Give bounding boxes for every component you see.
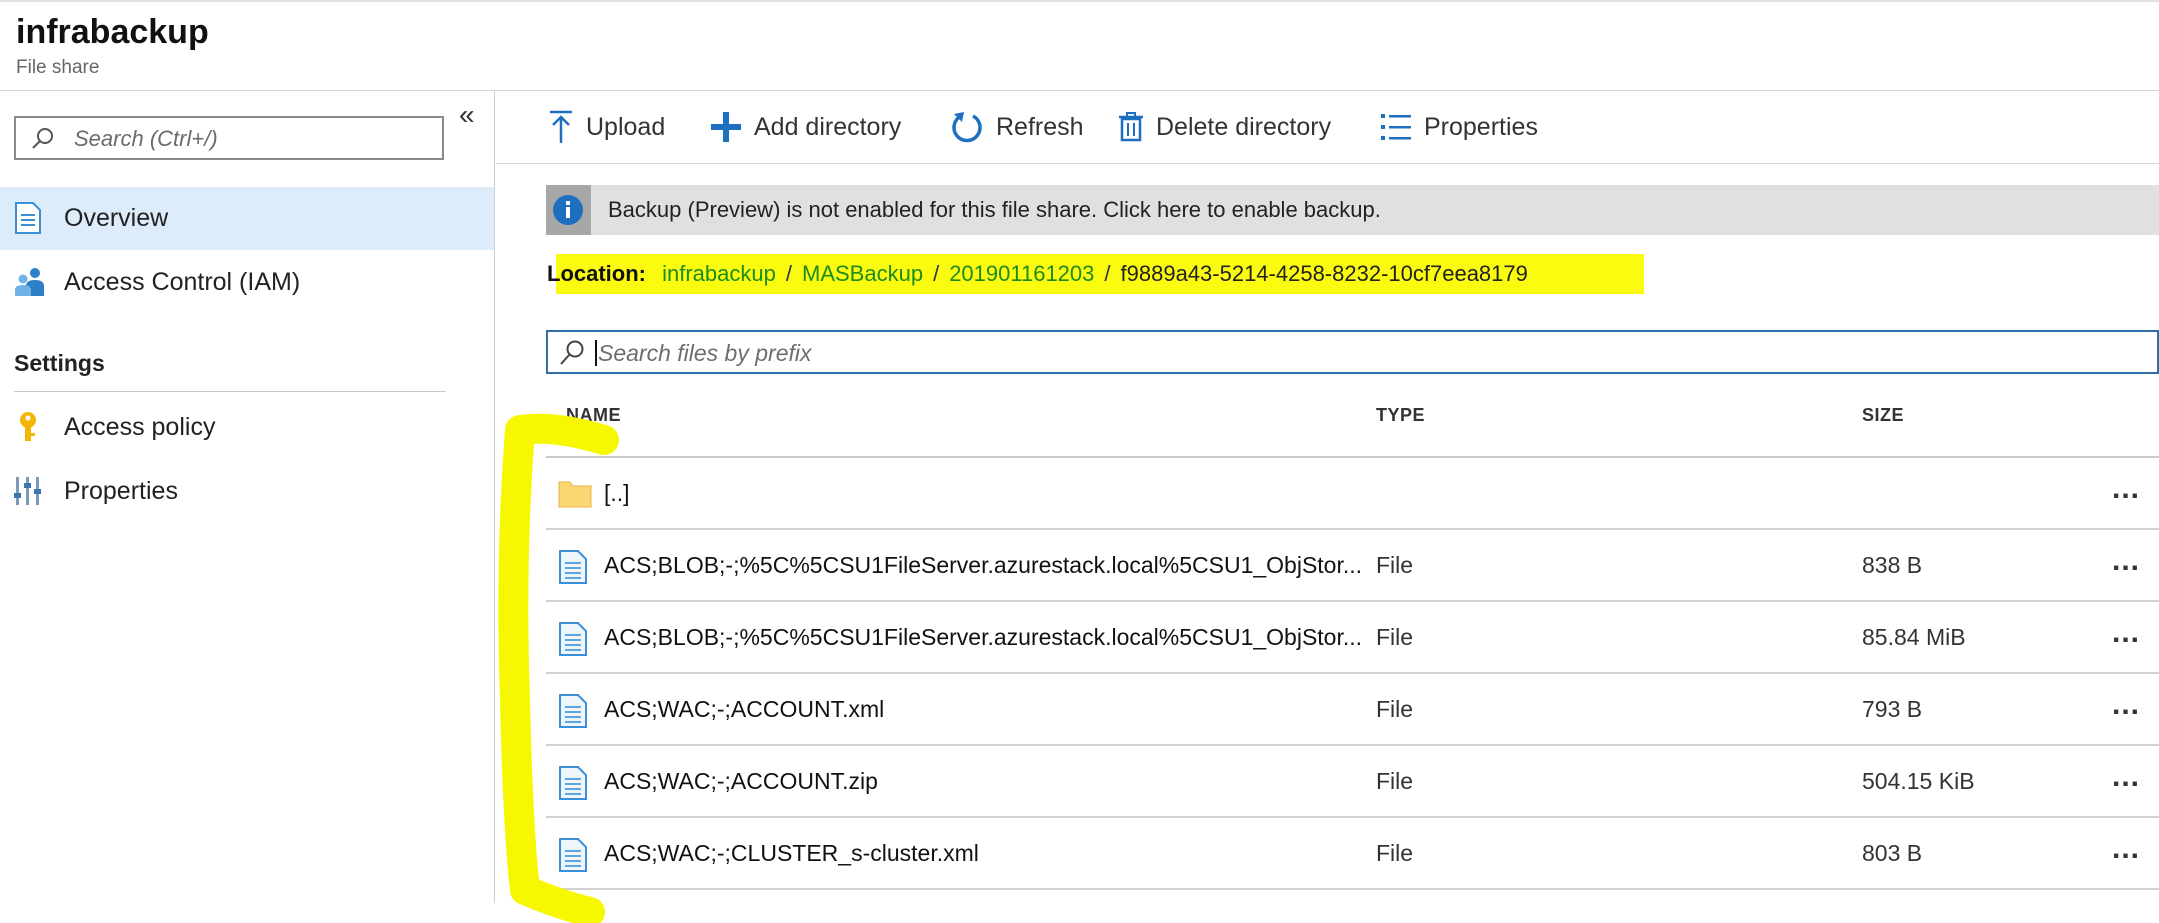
more-actions-button[interactable]: ... <box>2112 832 2140 866</box>
breadcrumb-separator: / <box>1104 261 1111 286</box>
row-type: File <box>1376 552 1414 578</box>
settings-divider <box>14 391 446 392</box>
sidebar-search-placeholder: Search (Ctrl+/) <box>74 126 218 151</box>
row-size: 803 B <box>1862 840 1923 866</box>
row-type: File <box>1376 624 1414 650</box>
location-label: Location: <box>547 261 646 286</box>
delete-directory-label: Delete directory <box>1156 112 1332 141</box>
more-actions-button[interactable]: ... <box>2112 544 2140 578</box>
breadcrumb-separator: / <box>785 261 792 286</box>
breadcrumb-current: f9889a43-5214-4258-8232-10cf7eea8179 <box>1120 261 1528 286</box>
row-type: File <box>1376 768 1414 794</box>
column-header-size[interactable]: SIZE <box>1862 405 1904 426</box>
row-size: 793 B <box>1862 696 1923 722</box>
sidebar-item-label: Access Control (IAM) <box>64 268 301 296</box>
delete-directory-button[interactable]: Delete directory <box>1118 105 1331 149</box>
page-title: infrabackup <box>16 13 209 51</box>
sidebar-item-properties[interactable]: Properties <box>0 460 494 523</box>
more-actions-button[interactable]: ... <box>2112 472 2140 506</box>
row-name[interactable]: [..] <box>604 480 630 507</box>
key-icon <box>14 411 42 448</box>
file-icon <box>558 766 588 805</box>
table-row[interactable]: ACS;WAC;-;ACCOUNT.xml File 793 B ... <box>546 674 2159 746</box>
upload-label: Upload <box>586 112 666 141</box>
table-row[interactable]: [..] ... <box>546 458 2159 530</box>
info-icon-box <box>546 185 591 235</box>
table-row[interactable]: ACS;WAC;-;CLUSTER_s-cluster.xml File 803… <box>546 818 2159 890</box>
file-icon <box>558 550 588 589</box>
upload-button[interactable]: Upload <box>548 105 665 149</box>
breadcrumb-item[interactable]: MASBackup <box>802 261 923 286</box>
backup-info-banner[interactable]: Backup (Preview) is not enabled for this… <box>546 185 2159 235</box>
column-header-name[interactable]: NAME <box>566 405 621 426</box>
file-icon <box>558 622 588 661</box>
folder-icon <box>558 478 592 513</box>
row-type: File <box>1376 696 1414 722</box>
row-size: 85.84 MiB <box>1862 624 1966 650</box>
add-directory-button[interactable]: Add directory <box>710 105 901 149</box>
sidebar-item-access-policy[interactable]: Access policy <box>0 396 494 459</box>
row-name[interactable]: ACS;WAC;-;CLUSTER_s-cluster.xml <box>604 840 979 867</box>
file-icon <box>558 838 588 877</box>
search-icon <box>32 128 53 149</box>
banner-message: Backup (Preview) is not enabled for this… <box>608 197 1381 222</box>
collapse-sidebar-icon[interactable]: « <box>459 101 475 129</box>
breadcrumb: Location: infrabackup / MASBackup / 20190116… <box>547 261 1528 287</box>
sidebar-item-label: Properties <box>64 477 178 505</box>
more-actions-button[interactable]: ... <box>2112 688 2140 722</box>
upload-icon <box>550 110 572 143</box>
properties-label: Properties <box>1424 112 1538 141</box>
row-name[interactable]: ACS;WAC;-;ACCOUNT.zip <box>604 768 878 795</box>
sidebar-item-access-control[interactable]: Access Control (IAM) <box>0 251 494 314</box>
list-icon <box>1381 114 1411 140</box>
plus-icon <box>711 112 741 142</box>
people-icon <box>14 266 46 303</box>
text-caret <box>595 340 597 366</box>
blade-header: infrabackup File share <box>0 0 2159 91</box>
file-icon <box>558 694 588 733</box>
info-icon <box>553 195 583 225</box>
more-actions-button[interactable]: ... <box>2112 616 2140 650</box>
breadcrumb-item[interactable]: 201901161203 <box>949 261 1094 286</box>
table-row[interactable]: ACS;BLOB;-;%5C%5CSU1FileServer.azurestac… <box>546 602 2159 674</box>
sidebar-item-label: Overview <box>64 204 169 232</box>
sidebar-item-overview[interactable]: Overview <box>0 187 494 250</box>
table-row[interactable]: ACS;WAC;-;ACCOUNT.zip File 504.15 KiB ..… <box>546 746 2159 818</box>
row-type: File <box>1376 840 1414 866</box>
refresh-button[interactable]: Refresh <box>950 105 1084 149</box>
breadcrumb-item[interactable]: infrabackup <box>662 261 776 286</box>
trash-icon <box>1119 112 1143 142</box>
search-icon <box>560 340 584 365</box>
command-bar: Upload Add directory Refresh Delete dire… <box>496 91 2159 164</box>
row-size: 838 B <box>1862 552 1923 578</box>
column-header-type[interactable]: TYPE <box>1376 405 1425 426</box>
file-search-input[interactable]: Search files by prefix <box>546 330 2159 374</box>
sidebar-search-input[interactable]: Search (Ctrl+/) <box>14 116 444 160</box>
row-name[interactable]: ACS;BLOB;-;%5C%5CSU1FileServer.azurestac… <box>604 552 1362 579</box>
settings-heading: Settings <box>14 350 105 376</box>
more-actions-button[interactable]: ... <box>2112 760 2140 794</box>
row-name[interactable]: ACS;WAC;-;ACCOUNT.xml <box>604 696 884 723</box>
refresh-label: Refresh <box>996 112 1084 141</box>
page-subtitle: File share <box>16 57 100 78</box>
sidebar-item-label: Access policy <box>64 413 216 441</box>
row-size: 504.15 KiB <box>1862 768 1975 794</box>
row-name[interactable]: ACS;BLOB;-;%5C%5CSU1FileServer.azurestac… <box>604 624 1362 651</box>
table-row[interactable]: ACS;BLOB;-;%5C%5CSU1FileServer.azurestac… <box>546 530 2159 602</box>
document-icon <box>14 202 42 239</box>
file-search-placeholder: Search files by prefix <box>598 340 812 366</box>
properties-button[interactable]: Properties <box>1380 105 1538 149</box>
sliders-icon <box>14 475 44 512</box>
add-directory-label: Add directory <box>754 112 902 141</box>
refresh-icon <box>952 112 982 143</box>
breadcrumb-separator: / <box>933 261 940 286</box>
